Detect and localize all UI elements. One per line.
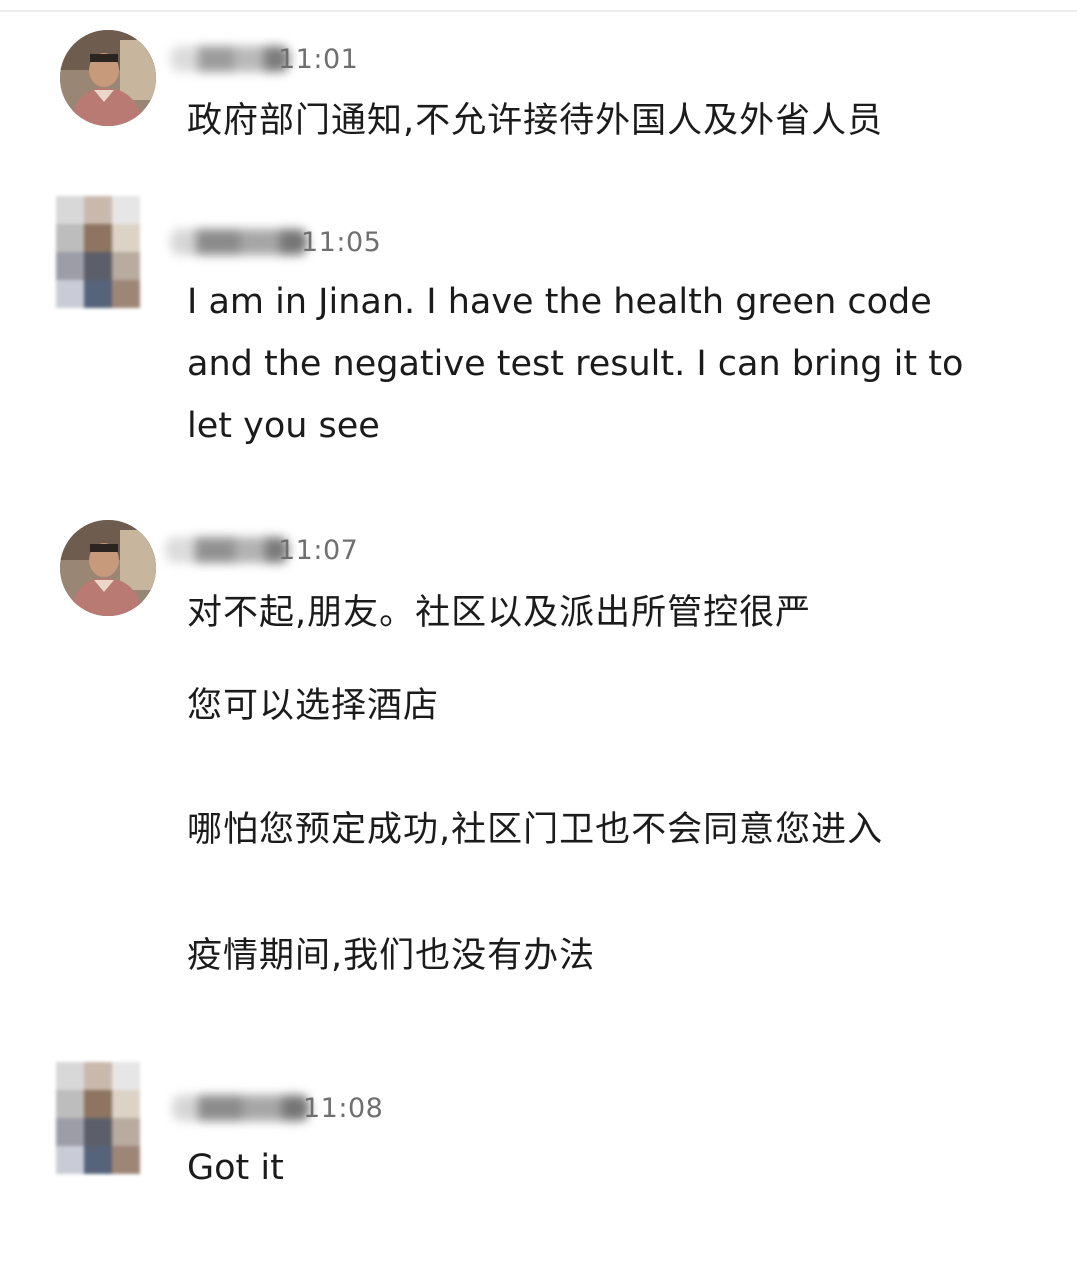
blurred-sender-name bbox=[170, 42, 290, 76]
message-text: 政府部门通知,不允许接待外国人及外省人员 bbox=[187, 101, 884, 141]
blurred-sender-name bbox=[170, 225, 308, 259]
avatar[interactable] bbox=[60, 30, 156, 126]
message-time: 11:07 bbox=[278, 535, 359, 566]
message-text: I am in Jinan. I have the health green c… bbox=[187, 282, 932, 322]
blurred-sender-name bbox=[165, 533, 289, 567]
message-text: 您可以选择酒店 bbox=[187, 686, 440, 726]
message-text: 哪怕您预定成功,社区门卫也不会同意您进入 bbox=[187, 810, 884, 850]
avatar[interactable] bbox=[60, 520, 156, 616]
message-time: 11:01 bbox=[278, 44, 359, 75]
message-text: 对不起,朋友。社区以及派出所管控很严 bbox=[187, 593, 812, 633]
message-text: let you see bbox=[187, 406, 380, 446]
message-text: 疫情期间,我们也没有办法 bbox=[187, 936, 596, 976]
avatar[interactable] bbox=[56, 1062, 140, 1174]
message-text: Got it bbox=[187, 1148, 284, 1188]
message-time: 11:05 bbox=[301, 227, 382, 258]
message-time: 11:08 bbox=[303, 1093, 384, 1124]
blurred-sender-name bbox=[172, 1091, 310, 1125]
top-divider bbox=[0, 10, 1077, 12]
message-text: and the negative test result. I can brin… bbox=[187, 344, 964, 384]
avatar[interactable] bbox=[56, 196, 140, 308]
